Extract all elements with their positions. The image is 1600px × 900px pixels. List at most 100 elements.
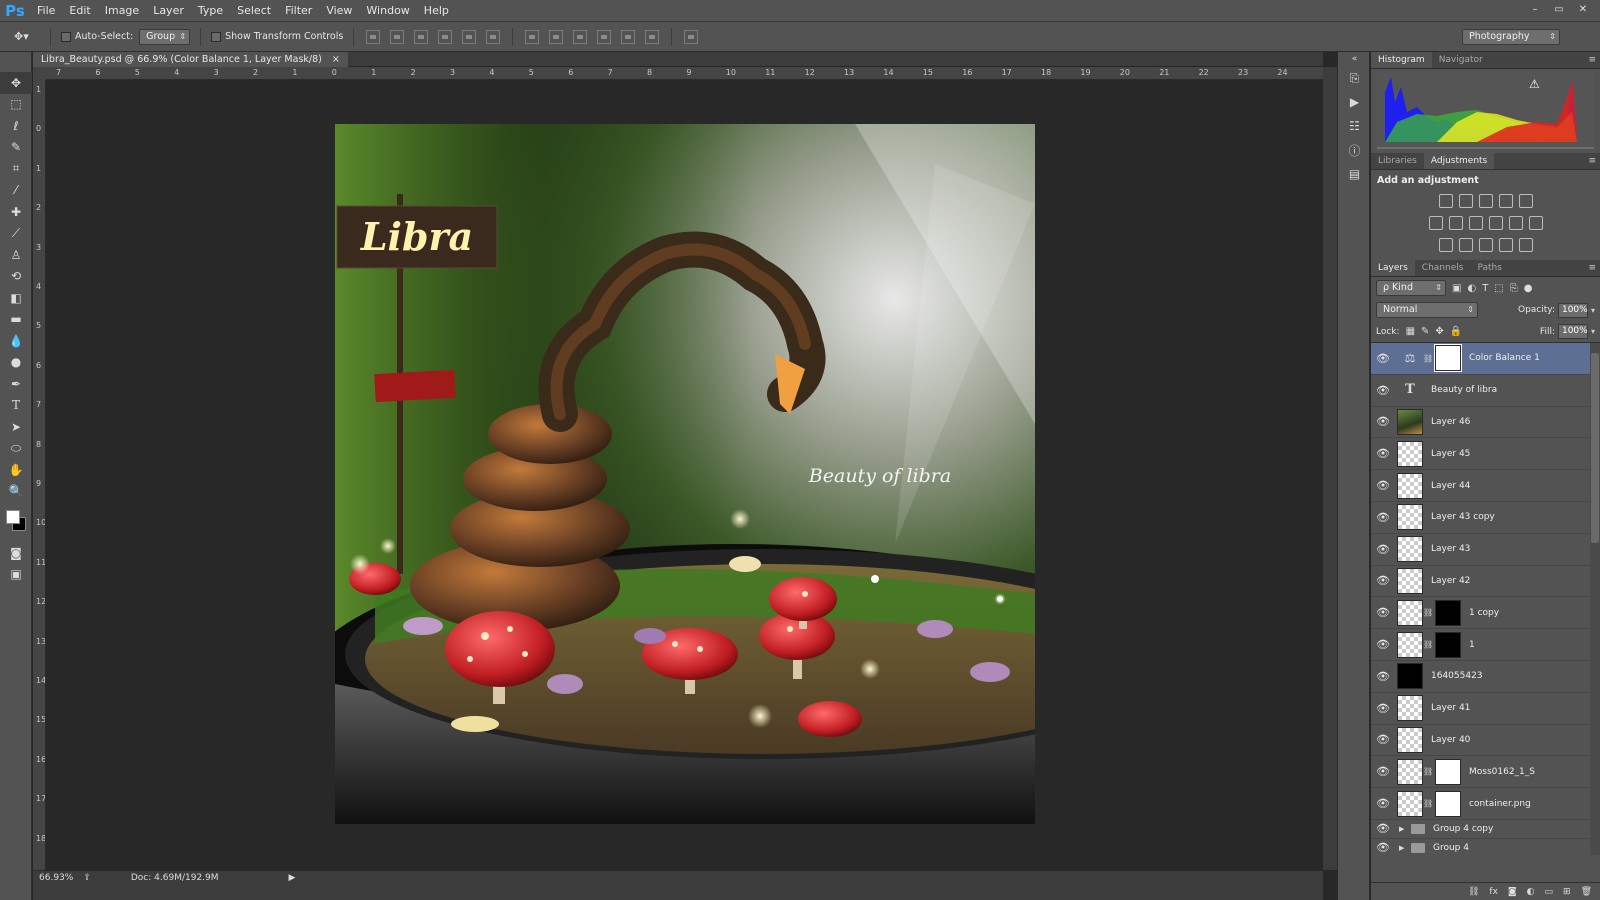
- distribute-right-icon[interactable]: [645, 29, 660, 44]
- menu-item-select[interactable]: Select: [230, 0, 278, 22]
- brightness-contrast-icon[interactable]: [1438, 194, 1453, 208]
- visibility-eye-icon[interactable]: 👁: [1371, 797, 1395, 810]
- lock-image-icon[interactable]: ✎: [1421, 326, 1429, 337]
- menu-item-image[interactable]: Image: [98, 0, 146, 22]
- horizontal-ruler[interactable]: 7 6 5 4 3 2 1 0 1 2 3 4 5 6 7 8 9 10 11 12 13 14 15 16 17 18 19 20 2…: [46, 67, 1323, 80]
- actions-panel-icon[interactable]: ▶: [1338, 90, 1371, 114]
- layer-row[interactable]: 👁 ▶ Group 4 copy: [1371, 820, 1600, 839]
- link-layers-icon[interactable]: ⛓: [1468, 887, 1479, 897]
- photo-filter-icon[interactable]: [1488, 216, 1503, 230]
- visibility-eye-icon[interactable]: 👁: [1371, 384, 1395, 397]
- visibility-eye-icon[interactable]: 👁: [1371, 841, 1395, 854]
- tab-adjustments[interactable]: Adjustments: [1423, 153, 1495, 169]
- layer-row[interactable]: 👁 T Beauty of libra: [1371, 375, 1600, 407]
- history-brush-tool-icon[interactable]: ⟲: [0, 266, 32, 288]
- visibility-eye-icon[interactable]: 👁: [1371, 352, 1395, 365]
- delete-layer-icon[interactable]: 🗑: [1581, 887, 1592, 897]
- history-panel-icon[interactable]: ⎘: [1338, 66, 1371, 90]
- layer-comps-icon[interactable]: ▤: [1338, 162, 1371, 186]
- align-top-icon[interactable]: [366, 29, 381, 44]
- distribute-bottom-icon[interactable]: [573, 29, 588, 44]
- layer-style-icon[interactable]: fx: [1489, 887, 1498, 897]
- auto-select-dropdown[interactable]: Group: [139, 28, 191, 45]
- layers-scroll-thumb[interactable]: [1591, 353, 1599, 543]
- layer-row[interactable]: 👁 ⛓ container.png: [1371, 788, 1600, 820]
- menu-item-filter[interactable]: Filter: [278, 0, 319, 22]
- lock-position-icon[interactable]: ✥: [1435, 326, 1443, 337]
- close-button[interactable]: ✕: [1574, 3, 1592, 17]
- visibility-eye-icon[interactable]: 👁: [1371, 702, 1395, 715]
- move-tool-icon[interactable]: ✥: [0, 72, 32, 94]
- layer-row[interactable]: 👁 Layer 45: [1371, 438, 1600, 471]
- gradient-tool-icon[interactable]: ▬: [0, 309, 32, 331]
- layer-row[interactable]: 👁 Layer 43 copy: [1371, 502, 1600, 534]
- visibility-eye-icon[interactable]: 👁: [1371, 822, 1395, 835]
- add-mask-icon[interactable]: ◙: [1508, 887, 1517, 897]
- layer-mask-thumbnail[interactable]: [1435, 599, 1461, 626]
- filter-adjustment-icon[interactable]: ◐: [1467, 283, 1476, 294]
- foreground-color-swatch[interactable]: [6, 510, 20, 524]
- distribute-hcenter-icon[interactable]: [621, 29, 636, 44]
- align-vcenter-icon[interactable]: [390, 29, 405, 44]
- layer-row[interactable]: 👁 ⛓ 1: [1371, 629, 1600, 661]
- lock-transparent-icon[interactable]: ▦: [1406, 326, 1415, 337]
- layer-row[interactable]: 👁 ⛓ Moss0162_1_S: [1371, 756, 1600, 789]
- levels-icon[interactable]: [1458, 194, 1473, 208]
- hue-saturation-icon[interactable]: [1428, 216, 1443, 230]
- layer-mask-thumbnail[interactable]: [1434, 344, 1462, 373]
- auto-align-icon[interactable]: [684, 29, 699, 44]
- visibility-eye-icon[interactable]: 👁: [1371, 765, 1395, 778]
- layer-row[interactable]: 👁 ▶ Group 4: [1371, 839, 1600, 855]
- visibility-eye-icon[interactable]: 👁: [1371, 479, 1395, 492]
- layer-row[interactable]: 👁 Layer 40: [1371, 725, 1600, 757]
- tab-layers[interactable]: Layers: [1371, 260, 1415, 276]
- menu-item-edit[interactable]: Edit: [62, 0, 97, 22]
- mask-link-icon[interactable]: ⛓: [1423, 608, 1433, 617]
- layer-mask-thumbnail[interactable]: [1435, 790, 1461, 817]
- layer-row[interactable]: 👁 Layer 46: [1371, 407, 1600, 439]
- export-icon[interactable]: ⇪: [83, 873, 91, 883]
- canvas-vertical-scrollbar[interactable]: [1323, 67, 1337, 870]
- restore-button[interactable]: ▭: [1550, 3, 1568, 17]
- layer-row[interactable]: 👁 Layer 44: [1371, 470, 1600, 502]
- quick-select-tool-icon[interactable]: ✎: [0, 137, 32, 159]
- menu-item-type[interactable]: Type: [191, 0, 230, 22]
- panel-menu-icon[interactable]: ≡: [1588, 263, 1596, 273]
- filter-shape-icon[interactable]: ⬚: [1494, 283, 1503, 294]
- menu-item-window[interactable]: Window: [359, 0, 416, 22]
- align-hcenter-icon[interactable]: [462, 29, 477, 44]
- threshold-icon[interactable]: [1478, 238, 1493, 252]
- visibility-eye-icon[interactable]: 👁: [1371, 574, 1395, 587]
- exposure-icon[interactable]: [1498, 194, 1513, 208]
- visibility-eye-icon[interactable]: 👁: [1371, 638, 1395, 651]
- layers-scrollbar[interactable]: [1590, 343, 1600, 855]
- canvas-area[interactable]: Libra Beauty of libra: [46, 80, 1323, 870]
- eraser-tool-icon[interactable]: ◧: [0, 287, 32, 309]
- workspace-dropdown[interactable]: Photography: [1462, 29, 1560, 45]
- mask-link-icon[interactable]: ⛓: [1423, 799, 1433, 808]
- distribute-vcenter-icon[interactable]: [549, 29, 564, 44]
- clone-stamp-tool-icon[interactable]: ♙: [0, 244, 32, 266]
- minimize-button[interactable]: –: [1526, 3, 1544, 17]
- visibility-eye-icon[interactable]: 👁: [1371, 670, 1395, 683]
- fill-dropdown-icon[interactable]: ▾: [1591, 327, 1595, 336]
- screen-mode-icon[interactable]: ▣: [0, 564, 32, 586]
- marquee-tool-icon[interactable]: ⬚: [0, 94, 32, 116]
- histogram-warning-icon[interactable]: ⚠: [1529, 77, 1540, 91]
- vertical-ruler[interactable]: 1 0 1 2 3 4 5 6 7 8 9 10 11 12 13 14 15 16 17 18: [33, 67, 46, 870]
- opacity-dropdown-icon[interactable]: ▾: [1591, 306, 1595, 315]
- tab-navigator[interactable]: Navigator: [1432, 52, 1490, 68]
- tab-channels[interactable]: Channels: [1415, 260, 1471, 276]
- eyedropper-tool-icon[interactable]: ⁄: [0, 180, 32, 202]
- expand-group-icon[interactable]: ▶: [1399, 844, 1407, 852]
- checkbox-box[interactable]: [61, 31, 71, 42]
- color-balance-icon[interactable]: [1448, 216, 1463, 230]
- collapse-dock-icon[interactable]: «: [1338, 52, 1371, 66]
- align-right-icon[interactable]: [486, 29, 501, 44]
- new-adjustment-icon[interactable]: ◐: [1527, 887, 1535, 897]
- selective-color-icon[interactable]: [1498, 238, 1513, 252]
- visibility-eye-icon[interactable]: 👁: [1371, 733, 1395, 746]
- lock-all-icon[interactable]: 🔒: [1450, 326, 1462, 337]
- panel-menu-icon[interactable]: ≡: [1588, 55, 1596, 65]
- info-panel-icon[interactable]: ⓘ: [1338, 138, 1371, 162]
